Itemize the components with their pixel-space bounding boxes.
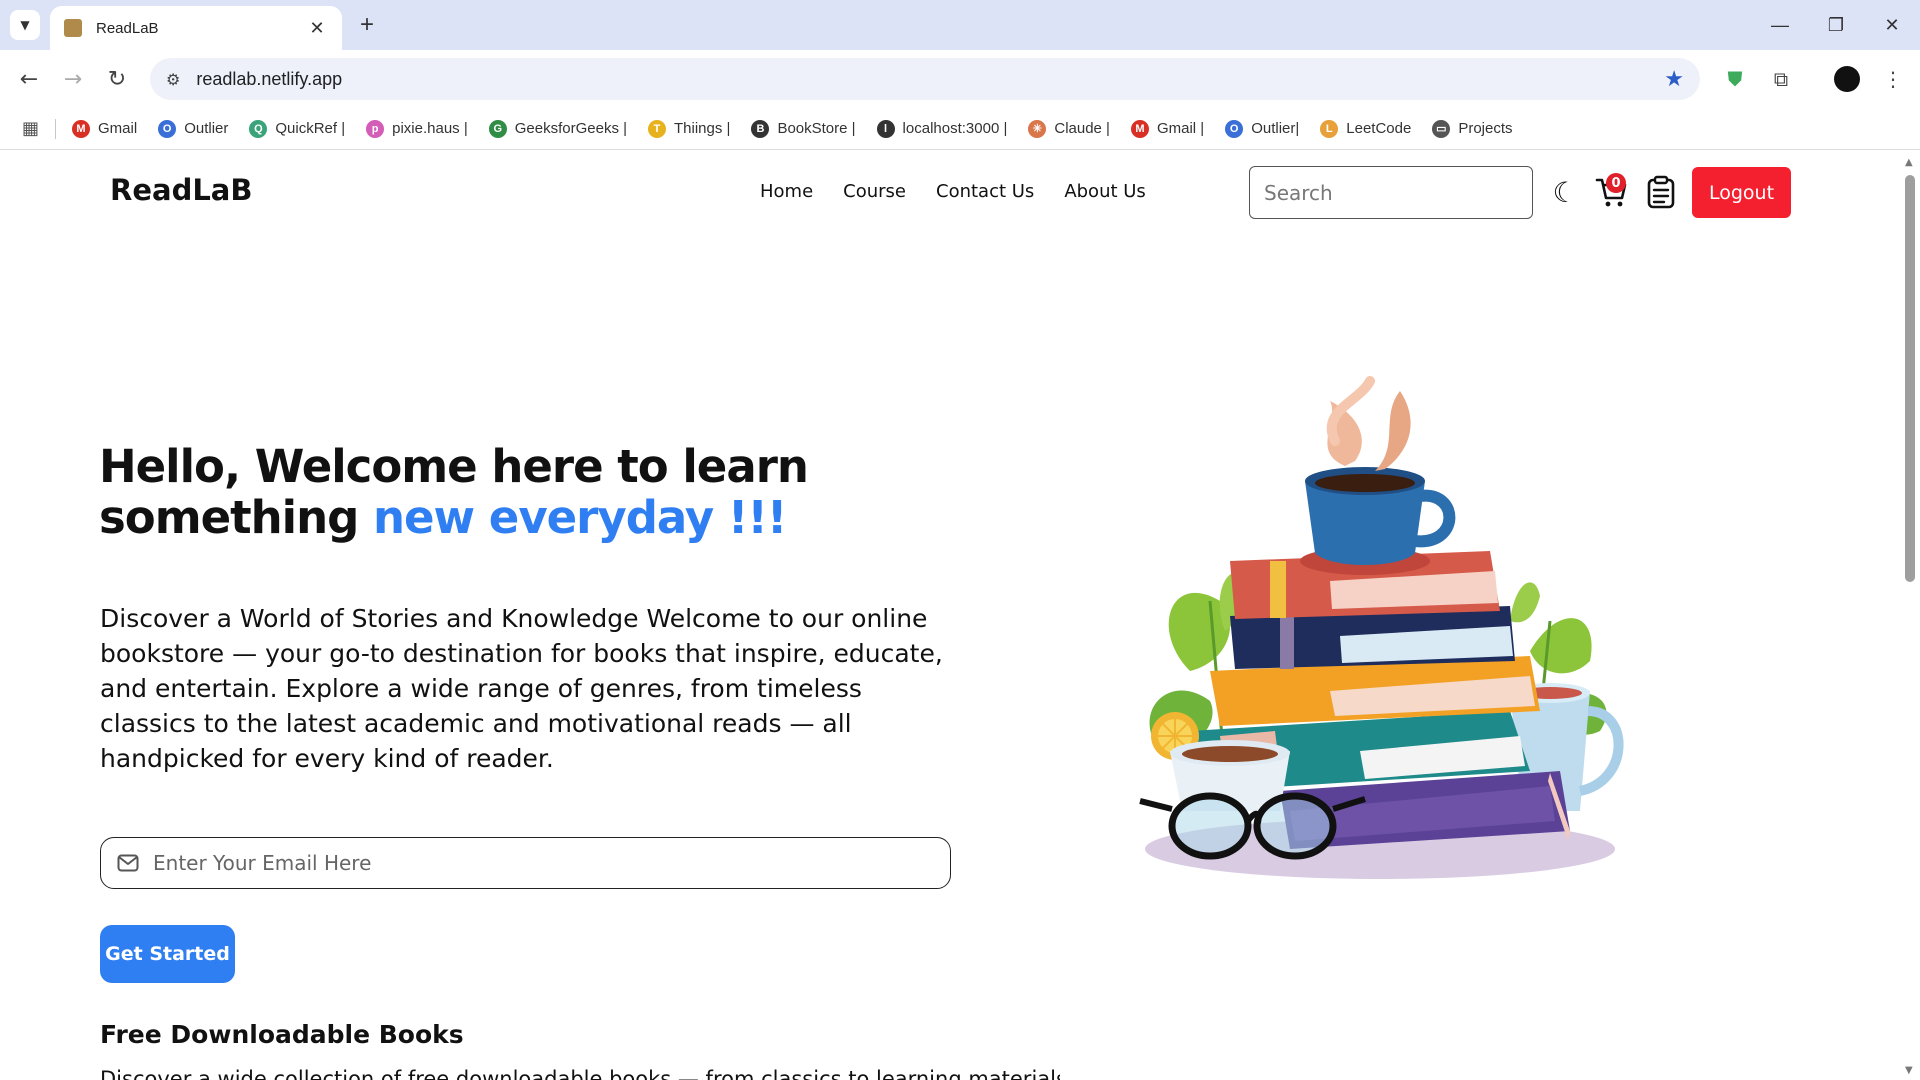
bookmark-label: Outlier| [1251, 120, 1300, 137]
bookmark-favicon-icon: T [648, 119, 667, 138]
bookmark-item[interactable]: ▭ Projects [1432, 119, 1513, 138]
search-input[interactable] [1249, 166, 1533, 219]
bookmark-label: Gmail [98, 120, 138, 137]
bookmark-favicon-icon: M [1130, 119, 1149, 138]
bookmark-item[interactable]: G GeeksforGeeks | [488, 119, 628, 138]
extensions-puzzle-icon[interactable]: ⧉ [1766, 64, 1796, 94]
email-field[interactable] [100, 837, 951, 889]
bookmark-label: Outlier [184, 120, 229, 137]
window-controls: — ❐ ✕ [1752, 0, 1920, 50]
address-url: readlab.netlify.app [196, 68, 343, 89]
bookmark-item[interactable]: B BookStore | [751, 119, 856, 138]
restore-button[interactable]: ❐ [1808, 0, 1864, 50]
site-logo[interactable]: ReadLaB [110, 173, 252, 207]
bookmark-favicon-icon: l [876, 119, 895, 138]
mail-icon [117, 854, 139, 872]
bookmark-label: pixie.haus | [392, 120, 468, 137]
bookmark-favicon-icon: G [488, 119, 507, 138]
browser-toolbar: ← → ↻ ⚙ readlab.netlify.app ★ ⛊ ⧉ ⋮ [0, 50, 1920, 108]
nav-course[interactable]: Course [843, 181, 906, 202]
bookmark-item[interactable]: O Outlier| [1225, 119, 1300, 138]
hero-title: Hello, Welcome here to learn something n… [99, 441, 859, 543]
bookmark-favicon-icon: ▭ [1432, 119, 1451, 138]
scroll-down-arrow-icon[interactable]: ▼ [1905, 1065, 1913, 1076]
clipboard-icon[interactable] [1644, 175, 1678, 209]
bookmark-item[interactable]: M Gmail | [1130, 119, 1205, 138]
bookmark-item[interactable]: p pixie.haus | [366, 119, 468, 138]
reload-button[interactable]: ↻ [102, 64, 132, 94]
free-books-text: Discover a wide collection of free downl… [100, 1067, 1060, 1080]
bookmark-label: GeeksforGeeks | [514, 120, 628, 137]
forward-button[interactable]: → [58, 64, 88, 94]
bookmark-label: QuickRef | [275, 120, 346, 137]
bookmark-favicon-icon: M [72, 119, 91, 138]
nav-contact[interactable]: Contact Us [936, 181, 1034, 202]
scroll-thumb[interactable] [1905, 175, 1915, 582]
bookmark-label: Gmail | [1156, 120, 1205, 137]
tab-title: ReadLaB [96, 19, 159, 37]
bookmark-favicon-icon: B [751, 119, 770, 138]
hero-description: Discover a World of Stories and Knowledg… [100, 604, 943, 773]
browser-tab-active[interactable]: ReadLaB ✕ [50, 6, 342, 50]
new-tab-button[interactable]: + [352, 10, 382, 40]
page-viewport: ReadLaB Home Course Contact Us About Us … [0, 151, 1900, 1080]
bookmark-item[interactable]: T Thiings | [648, 119, 731, 138]
main-nav: Home Course Contact Us About Us [760, 181, 1146, 202]
logout-button[interactable]: Logout [1692, 167, 1791, 218]
bookmark-item[interactable]: L LeetCode [1320, 119, 1412, 138]
nav-about[interactable]: About Us [1064, 181, 1146, 202]
bookmarks-bar: ▦ M Gmail O Outlier Q QuickRef | p pixie.haus |… [0, 108, 1920, 150]
site-info-icon[interactable]: ⚙ [166, 70, 180, 89]
bookmark-label: Projects [1458, 120, 1513, 137]
page-scrollbar[interactable]: ▲ ▼ [1900, 151, 1920, 1080]
email-input[interactable] [153, 851, 950, 875]
hero-title-accent: new everyday !!! [373, 491, 787, 544]
bookmark-favicon-icon: p [366, 119, 385, 138]
bookmark-label: Thiings | [674, 120, 731, 137]
cart-count-badge: 0 [1606, 173, 1626, 193]
tab-close-icon[interactable]: ✕ [306, 18, 328, 39]
browser-menu-icon[interactable]: ⋮ [1878, 64, 1908, 94]
site-favicon-icon [64, 19, 82, 37]
bookmark-label: BookStore | [777, 120, 856, 137]
get-started-button[interactable]: Get Started [100, 925, 235, 983]
free-books-title: Free Downloadable Books [100, 1020, 464, 1049]
bookmark-item[interactable]: M Gmail [72, 119, 138, 138]
address-bar[interactable]: ⚙ readlab.netlify.app ★ [150, 58, 1700, 100]
bookmark-star-icon[interactable]: ★ [1664, 67, 1684, 92]
bookmark-item[interactable]: O Outlier [158, 119, 229, 138]
bookmark-favicon-icon: Q [249, 119, 268, 138]
bookmark-item[interactable]: l localhost:3000 | [876, 119, 1008, 138]
bookmark-item[interactable]: ✳ Claude | [1028, 119, 1110, 138]
browser-tabstrip: ▼ ReadLaB ✕ + — ❐ ✕ [0, 0, 1920, 50]
bookmark-favicon-icon: O [1225, 119, 1244, 138]
profile-avatar[interactable] [1832, 64, 1862, 94]
moon-icon[interactable]: ☾ [1548, 175, 1582, 209]
bookmark-label: Claude | [1054, 120, 1110, 137]
nav-home[interactable]: Home [760, 181, 813, 202]
bookmark-favicon-icon: ✳ [1028, 119, 1047, 138]
scroll-up-arrow-icon[interactable]: ▲ [1905, 157, 1913, 168]
bookmark-favicon-icon: L [1320, 119, 1339, 138]
bookmarks-divider [55, 118, 57, 139]
tab-search-button[interactable]: ▼ [10, 10, 40, 40]
close-window-button[interactable]: ✕ [1864, 0, 1920, 50]
bookmark-label: localhost:3000 | [902, 120, 1008, 137]
bookmark-item[interactable]: Q QuickRef | [249, 119, 346, 138]
minimize-button[interactable]: — [1752, 0, 1808, 50]
bookmark-list: M Gmail O Outlier Q QuickRef | p pixie.haus | G G… [72, 119, 1534, 138]
books-coffee-illustration [1139, 376, 1624, 879]
bookmark-favicon-icon: O [158, 119, 177, 138]
apps-grid-icon[interactable]: ▦ [22, 118, 39, 139]
bookmark-label: LeetCode [1346, 120, 1412, 137]
shield-extension-icon[interactable]: ⛊ [1720, 64, 1750, 94]
back-button[interactable]: ← [14, 64, 44, 94]
